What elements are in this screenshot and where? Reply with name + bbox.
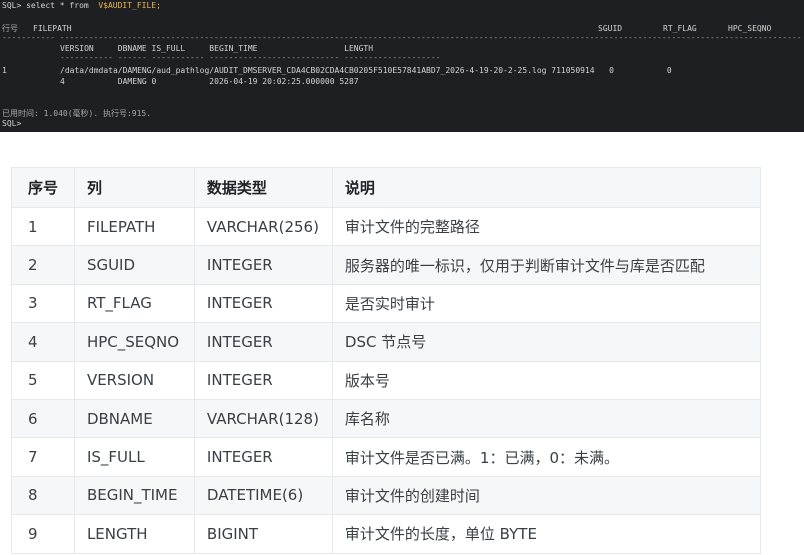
cell-datatype: VARCHAR(128) — [193, 399, 333, 439]
cell-datatype: INTEGER — [193, 322, 333, 362]
header-cell-description: 说明 — [331, 167, 762, 208]
result-row-path: /data/dmdata/DAMENG/aud_pathlog/AUDIT_DM… — [60, 66, 672, 75]
elapsed-time-line: 已用时间: 1.040(毫秒). 执行号:915. — [2, 109, 152, 118]
table-row: 7 IS_FULL INTEGER 审计文件是否已满。1：已满，0：未满。 — [11, 437, 762, 477]
table-row: 5 VERSION INTEGER 版本号 — [11, 361, 762, 400]
result-row-sub: 4 DAMENG 0 2026-04-19 20:02:25.000000 52… — [60, 77, 359, 86]
cell-column: FILEPATH — [73, 207, 195, 247]
table-header-row: 序号 列 数据类型 说明 — [11, 167, 762, 208]
cell-index: 9 — [11, 514, 75, 554]
result-row-number: 1 — [2, 66, 7, 75]
cell-datatype: INTEGER — [193, 361, 333, 400]
cell-datatype: INTEGER — [193, 437, 333, 477]
cell-column: SGUID — [73, 245, 195, 285]
table-row: 9 LENGTH BIGINT 审计文件的长度，单位 BYTE — [11, 514, 762, 554]
column-description-table: 序号 列 数据类型 说明 1 FILEPATH VARCHAR(256) 审计文… — [11, 167, 762, 554]
sql-view-name: V$AUDIT_FILE; — [98, 1, 161, 10]
sql-query-line: SQL> select * from V$AUDIT_FILE; — [2, 1, 161, 11]
cell-column: RT_FLAG — [73, 284, 195, 324]
table-row: 8 BEGIN_TIME DATETIME(6) 审计文件的创建时间 — [11, 476, 762, 516]
cell-index: 2 — [11, 245, 75, 285]
sql-prompt-text: SQL> select * from — [2, 1, 99, 10]
cell-datatype: VARCHAR(256) — [193, 207, 333, 247]
result-separator-sub: ----------- ------ ----------- ---------… — [60, 53, 441, 62]
cell-index: 6 — [11, 399, 75, 439]
cell-index: 4 — [11, 322, 75, 362]
table-row: 6 DBNAME VARCHAR(128) 库名称 — [11, 399, 762, 439]
cell-description: 是否实时审计 — [331, 284, 762, 324]
cell-datatype: INTEGER — [193, 284, 333, 324]
cell-description: 审计文件的长度，单位 BYTE — [331, 514, 762, 554]
cell-description: 审计文件的创建时间 — [331, 476, 762, 516]
cell-description: DSC 节点号 — [331, 322, 762, 362]
cell-datatype: INTEGER — [193, 245, 333, 285]
cell-column: LENGTH — [73, 514, 195, 554]
cell-index: 3 — [11, 284, 75, 324]
cell-column: BEGIN_TIME — [73, 476, 195, 516]
cell-column: HPC_SEQNO — [73, 322, 195, 362]
header-cell-column: 列 — [73, 167, 195, 208]
table-row: 4 HPC_SEQNO INTEGER DSC 节点号 — [11, 322, 762, 362]
table-row: 3 RT_FLAG INTEGER 是否实时审计 — [11, 284, 762, 324]
cell-description: 库名称 — [331, 399, 762, 439]
result-separator-top: ----------- ----------------------------… — [2, 33, 802, 42]
cell-datatype: DATETIME(6) — [193, 476, 333, 516]
cell-index: 7 — [11, 437, 75, 477]
cell-index: 5 — [11, 361, 75, 400]
terminal-output: SQL> select * from V$AUDIT_FILE; 行号 FILE… — [0, 0, 804, 132]
cell-datatype: BIGINT — [193, 514, 333, 554]
sql-prompt-end: SQL> — [2, 119, 22, 128]
cell-column: IS_FULL — [73, 437, 195, 477]
cell-description: 审计文件的完整路径 — [331, 207, 762, 247]
header-cell-index: 序号 — [11, 167, 75, 208]
cell-description: 版本号 — [331, 361, 762, 400]
cell-column: VERSION — [73, 361, 195, 400]
cell-column: DBNAME — [73, 399, 195, 439]
cell-description: 审计文件是否已满。1：已满，0：未满。 — [331, 437, 762, 477]
cell-description: 服务器的唯一标识，仅用于判断审计文件与库是否匹配 — [331, 245, 762, 285]
table-row: 2 SGUID INTEGER 服务器的唯一标识，仅用于判断审计文件与库是否匹配 — [11, 245, 762, 285]
header-cell-datatype: 数据类型 — [193, 167, 333, 208]
table-row: 1 FILEPATH VARCHAR(256) 审计文件的完整路径 — [11, 207, 762, 247]
cell-index: 8 — [11, 476, 75, 516]
cell-index: 1 — [11, 207, 75, 247]
